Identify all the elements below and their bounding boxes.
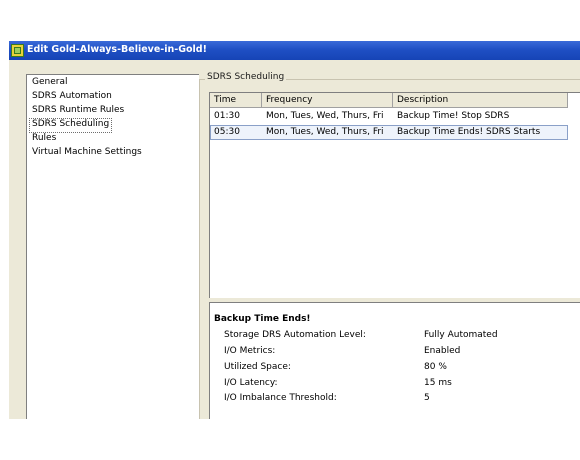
detail-label-automation-level: Storage DRS Automation Level: (224, 330, 366, 340)
detail-label-io-latency: I/O Latency: (224, 378, 278, 388)
nav-item-vm-settings[interactable]: Virtual Machine Settings (30, 146, 144, 159)
edit-dialog-window: Edit Gold-Always-Believe-in-Gold! Genera… (9, 41, 580, 419)
detail-value-automation-level: Fully Automated (424, 330, 498, 340)
cell-description: Backup Time! Stop SDRS (397, 111, 510, 121)
column-header-frequency[interactable]: Frequency (262, 93, 393, 108)
detail-label-utilized-space: Utilized Space: (224, 362, 291, 372)
detail-value-io-imbalance: 5 (424, 393, 430, 403)
table-row[interactable]: 01:30 Mon, Tues, Wed, Thurs, Fri Backup … (210, 109, 568, 124)
detail-value-io-latency: 15 ms (424, 378, 452, 388)
schedule-table: Time Frequency Description 01:30 Mon, Tu… (209, 92, 580, 298)
cell-frequency: Mon, Tues, Wed, Thurs, Fri (266, 127, 384, 137)
details-title: Backup Time Ends! (214, 314, 311, 324)
detail-value-utilized-space: 80 % (424, 362, 447, 372)
cell-frequency: Mon, Tues, Wed, Thurs, Fri (266, 111, 384, 121)
nav-item-sdrs-runtime-rules[interactable]: SDRS Runtime Rules (30, 104, 126, 117)
nav-item-sdrs-automation[interactable]: SDRS Automation (30, 90, 114, 103)
cell-description: Backup Time Ends! SDRS Starts (397, 127, 541, 137)
column-header-description[interactable]: Description (393, 93, 568, 108)
title-bar[interactable]: Edit Gold-Always-Believe-in-Gold! (9, 41, 580, 60)
detail-label-io-metrics: I/O Metrics: (224, 346, 276, 356)
detail-label-io-imbalance: I/O Imbalance Threshold: (224, 393, 337, 403)
nav-item-rules[interactable]: Rules (30, 132, 58, 145)
settings-nav-list: General SDRS Automation SDRS Runtime Rul… (26, 74, 199, 419)
column-header-time[interactable]: Time (210, 93, 262, 108)
cell-time: 05:30 (214, 127, 240, 137)
nav-item-general[interactable]: General (30, 76, 69, 89)
details-panel: Backup Time Ends! Storage DRS Automation… (209, 302, 580, 419)
detail-value-io-metrics: Enabled (424, 346, 461, 356)
table-row-selected[interactable]: 05:30 Mon, Tues, Wed, Thurs, Fri Backup … (210, 125, 568, 140)
nav-item-sdrs-scheduling[interactable]: SDRS Scheduling (29, 118, 113, 133)
app-icon (11, 44, 24, 57)
cell-time: 01:30 (214, 111, 240, 121)
group-box-label: SDRS Scheduling (205, 72, 287, 82)
window-title: Edit Gold-Always-Believe-in-Gold! (27, 44, 207, 55)
